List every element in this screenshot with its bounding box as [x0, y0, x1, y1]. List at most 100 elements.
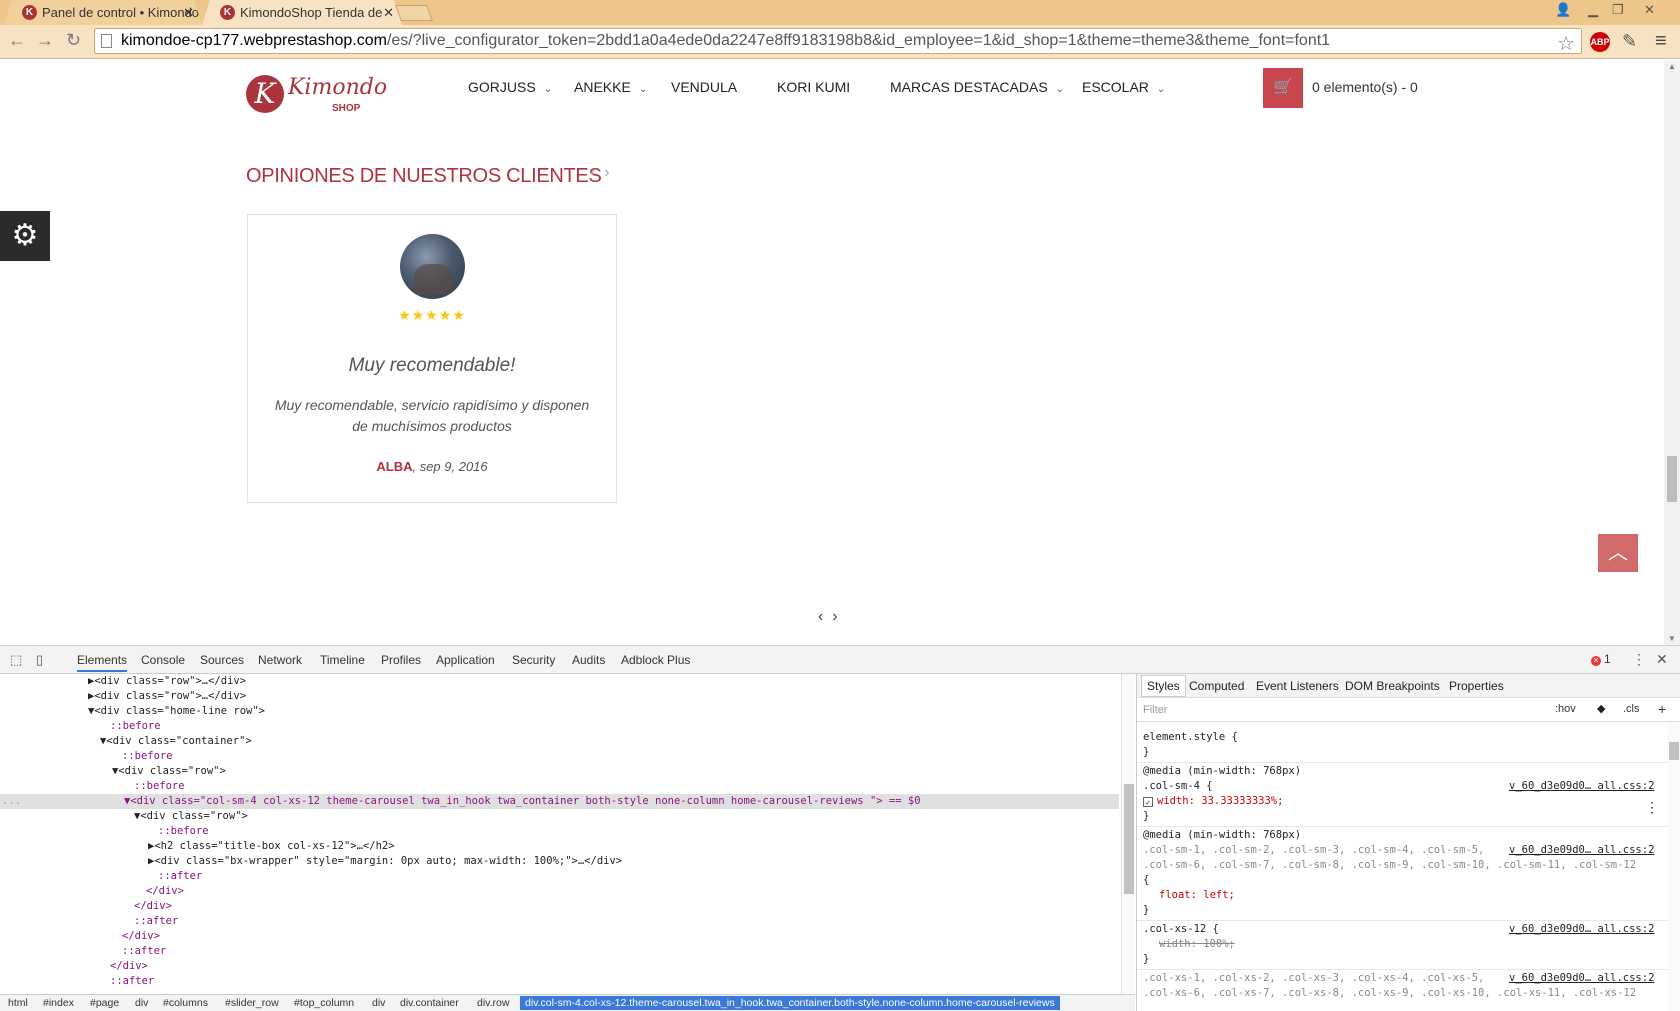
tab-styles[interactable]: Styles	[1141, 675, 1186, 697]
page-scrollbar[interactable]: ▲ ▼	[1664, 60, 1680, 645]
dom-node[interactable]: ::after	[122, 944, 166, 959]
chevron-right-icon[interactable]: ›	[832, 608, 837, 625]
bx-carousel-arrows[interactable]: ‹ ›	[818, 608, 838, 626]
scroll-down-icon[interactable]: ▼	[1668, 634, 1676, 643]
class-toggle[interactable]: .cls	[1623, 703, 1640, 715]
tab-panel-control[interactable]: K Panel de control • Kimondo ✕	[4, 0, 202, 25]
nav-item-marcas-destacadas[interactable]: MARCAS DESTACADAS ⌄	[890, 79, 1064, 95]
styles-scrollbar[interactable]	[1667, 722, 1680, 1011]
breadcrumb-item[interactable]: div.row	[477, 997, 509, 1009]
dom-node[interactable]: ▼<div class="container">	[100, 734, 252, 749]
close-devtools-icon[interactable]: ✕	[1656, 651, 1668, 668]
adblock-plus-icon[interactable]: ABP	[1590, 32, 1610, 52]
elements-tree[interactable]: ▶<div class="row">…</div> ▶<div class="r…	[0, 674, 1121, 994]
nav-item-vendula[interactable]: VENDULA	[671, 79, 737, 95]
breadcrumb-item[interactable]: #page	[90, 997, 119, 1009]
breadcrumb-item[interactable]: div	[135, 997, 148, 1009]
close-window-icon[interactable]: ✕	[1644, 2, 1655, 18]
cart-icon[interactable]: 🛒	[1263, 68, 1303, 108]
tab-security[interactable]: Security	[512, 653, 555, 667]
scrollbar-thumb[interactable]	[1124, 784, 1134, 894]
tab-console[interactable]: Console	[141, 653, 185, 667]
forward-arrow-icon[interactable]: →	[36, 30, 54, 51]
css-source-link[interactable]: v_60_d3e09d0… all.css:2	[1509, 971, 1655, 986]
css-source-link[interactable]: v_60_d3e09d0… all.css:2	[1509, 779, 1654, 794]
tab-profiles[interactable]: Profiles	[381, 653, 421, 667]
site-logo[interactable]: K Kimondo SHOP	[246, 75, 387, 119]
breadcrumb-current[interactable]: div.col-sm-4.col-xs-12.theme-carousel.tw…	[520, 996, 1060, 1010]
dom-node[interactable]: ::before	[110, 719, 161, 734]
scrollbar-thumb[interactable]	[1669, 742, 1679, 760]
tab-adblock-plus[interactable]: Adblock Plus	[621, 653, 690, 667]
minimize-icon[interactable]: ▁	[1588, 2, 1598, 18]
dom-node[interactable]: ▼<div class="home-line row">	[88, 704, 265, 719]
dom-node[interactable]: ::before	[134, 779, 185, 794]
dom-node[interactable]: </div>	[134, 899, 172, 914]
restore-icon[interactable]: ❐	[1612, 2, 1624, 18]
dom-node[interactable]: ▶<div class="bx-wrapper" style="margin: …	[148, 854, 622, 869]
selected-dom-node[interactable]: ... ▼<div class="col-sm-4 col-xs-12 theme…	[0, 794, 1119, 809]
breadcrumb-item[interactable]: #columns	[163, 997, 208, 1009]
dom-node[interactable]: ::after	[110, 974, 154, 989]
tab-elements[interactable]: Elements	[77, 653, 128, 672]
back-arrow-icon[interactable]: ←	[8, 30, 26, 51]
error-counter[interactable]: ✕ 1	[1591, 652, 1611, 666]
close-tab-icon[interactable]: ✕	[183, 0, 194, 25]
dom-node[interactable]: ▶<div class="row">…</div>	[88, 674, 246, 689]
dom-node[interactable]: ▶<div class="row">…</div>	[88, 689, 246, 704]
color-format-icon[interactable]: ◆	[1597, 702, 1605, 715]
tab-sources[interactable]: Sources	[200, 653, 244, 667]
inspect-element-icon[interactable]: ⬚	[10, 652, 22, 668]
gear-icon[interactable]: ⚙	[0, 211, 50, 261]
tab-timeline[interactable]: Timeline	[320, 653, 365, 667]
dom-node[interactable]: ▼<div class="row">	[112, 764, 226, 779]
chevron-right-icon[interactable]: ›	[604, 164, 609, 181]
css-declaration[interactable]: ✓ width: 33.33333333%;	[1143, 794, 1283, 809]
breadcrumb-item[interactable]: html	[8, 997, 28, 1009]
nav-item-escolar[interactable]: ESCOLAR ⌄	[1082, 79, 1165, 95]
chevron-left-icon[interactable]: ‹	[818, 608, 823, 625]
breadcrumb-item[interactable]: div.container	[400, 997, 459, 1009]
tab-kimondoshop[interactable]: K KimondoShop Tienda de ✕	[202, 0, 402, 25]
breadcrumb-item[interactable]: #top_column	[294, 997, 354, 1009]
breadcrumb-item[interactable]: #index	[43, 997, 74, 1009]
breadcrumb-item[interactable]: #slider_row	[225, 997, 279, 1009]
dom-node[interactable]: </div>	[122, 929, 160, 944]
dom-node[interactable]: </div>	[110, 959, 148, 974]
nav-item-anekke[interactable]: ANEKKE ⌄	[574, 79, 647, 95]
device-mode-icon[interactable]: ▯	[36, 652, 43, 668]
bookmark-star-icon[interactable]: ☆	[1557, 31, 1575, 56]
css-source-link[interactable]: v_60_d3e09d0… all.css:2	[1509, 922, 1654, 937]
chrome-menu-icon[interactable]: ≡	[1655, 30, 1667, 53]
dom-node[interactable]: </div>	[146, 884, 184, 899]
filter-input[interactable]: Filter	[1143, 704, 1167, 716]
tab-audits[interactable]: Audits	[572, 653, 605, 667]
reload-icon[interactable]: ↻	[66, 30, 81, 51]
dom-node[interactable]: ::after	[158, 869, 202, 884]
tab-event-listeners[interactable]: Event Listeners	[1256, 679, 1339, 693]
new-tab-button[interactable]	[395, 5, 433, 21]
carousel-nav-arrows[interactable]: ‹ ›	[590, 164, 610, 182]
nav-item-gorjuss[interactable]: GORJUSS ⌄	[468, 79, 552, 95]
hover-state-toggle[interactable]: :hov	[1555, 703, 1576, 715]
user-icon[interactable]: 👤	[1555, 2, 1571, 18]
more-options-icon[interactable]: ⋮	[1645, 800, 1659, 816]
css-declaration[interactable]: float: left;	[1159, 888, 1235, 903]
nav-item-kori-kumi[interactable]: KORI KUMI	[777, 79, 850, 95]
css-source-link[interactable]: v_60_d3e09d0… all.css:2	[1509, 843, 1655, 858]
tab-computed[interactable]: Computed	[1189, 679, 1244, 693]
back-to-top-button[interactable]: ︿	[1598, 534, 1638, 572]
tab-application[interactable]: Application	[436, 653, 495, 667]
dom-node[interactable]: ::before	[158, 824, 209, 839]
new-rule-button[interactable]: +	[1658, 701, 1666, 717]
tab-dom-breakpoints[interactable]: DOM Breakpoints	[1345, 679, 1440, 693]
dom-node[interactable]: ▶<h2 class="title-box col-xs-12">…</h2>	[148, 839, 395, 854]
address-bar[interactable]: kimondoe-cp177.webprestashop.com/es/?liv…	[94, 28, 1582, 54]
dom-node[interactable]: ::before	[122, 749, 173, 764]
scroll-up-icon[interactable]: ▲	[1668, 62, 1676, 71]
extension-tool-icon[interactable]: ✎	[1622, 31, 1637, 52]
dom-node[interactable]: ::after	[134, 914, 178, 929]
tab-network[interactable]: Network	[258, 653, 302, 667]
elements-scrollbar[interactable]	[1121, 674, 1135, 994]
close-tab-icon[interactable]: ✕	[383, 0, 394, 25]
